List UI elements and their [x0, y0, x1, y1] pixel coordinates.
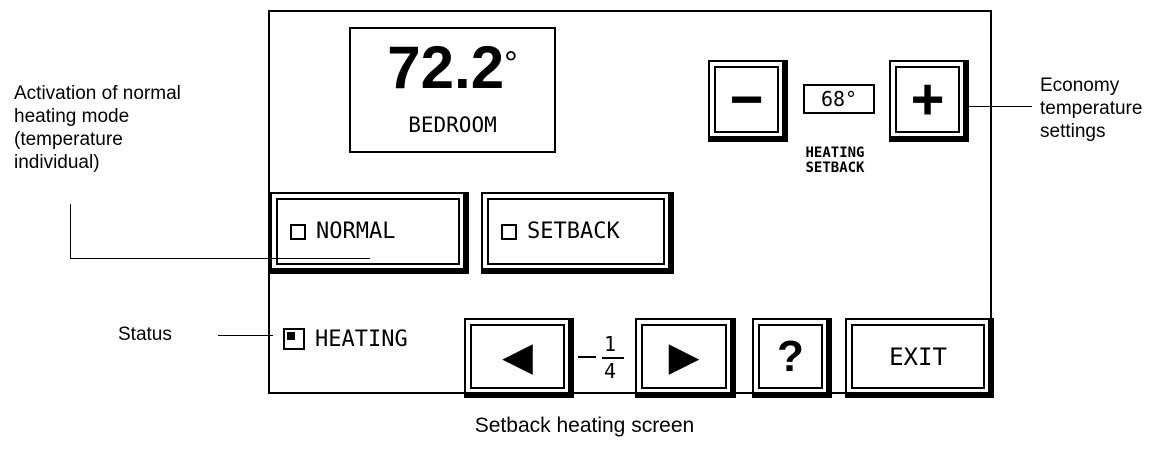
normal-checkbox — [290, 223, 306, 240]
setback-checkbox — [501, 223, 517, 240]
minus-icon: − — [729, 66, 764, 132]
exit-label: EXIT — [889, 342, 947, 371]
normal-label: NORMAL — [316, 219, 396, 244]
heating-status-indicator — [283, 328, 305, 350]
left-arrow-icon: ◀ — [502, 334, 533, 379]
figure-caption: Setback heating screen — [474, 414, 695, 437]
setback-caption: HEATING SETBACK — [805, 145, 865, 176]
previous-page-button[interactable]: ◀ — [464, 318, 574, 398]
heating-status-label: HEATING — [315, 326, 408, 352]
increase-setback-button[interactable]: + — [889, 60, 969, 142]
heating-status: HEATING — [283, 325, 408, 353]
page-total: 4 — [604, 359, 617, 383]
degree-symbol: ° — [504, 45, 518, 83]
economy-annotation: Economy temperature settings — [1040, 75, 1143, 142]
setback-mode-button[interactable]: SETBACK — [481, 192, 674, 274]
current-temperature: 72.2 — [387, 34, 505, 101]
exit-button[interactable]: EXIT — [845, 318, 994, 398]
temperature-display: 72.2° BEDROOM — [349, 27, 556, 153]
page-indicator: 1 4 — [578, 332, 632, 388]
decrease-setback-button[interactable]: − — [708, 60, 788, 142]
next-page-button[interactable]: ▶ — [635, 318, 736, 398]
activation-annotation: Activation of normal heating mode (tempe… — [14, 83, 181, 173]
status-leader — [218, 335, 273, 336]
help-button[interactable]: ? — [752, 318, 832, 398]
page-current: 1 — [604, 332, 617, 356]
activation-leader-vertical — [70, 204, 71, 259]
activation-leader-horizontal — [70, 258, 370, 259]
help-icon: ? — [777, 331, 804, 381]
room-name: BEDROOM — [408, 113, 497, 137]
setback-label: SETBACK — [527, 219, 620, 244]
normal-mode-button[interactable]: NORMAL — [270, 192, 469, 274]
plus-icon: + — [910, 66, 945, 132]
right-arrow-icon: ▶ — [668, 334, 700, 379]
economy-leader — [965, 106, 1032, 107]
status-annotation: Status — [118, 324, 172, 345]
setback-setpoint: 68° — [803, 84, 875, 114]
